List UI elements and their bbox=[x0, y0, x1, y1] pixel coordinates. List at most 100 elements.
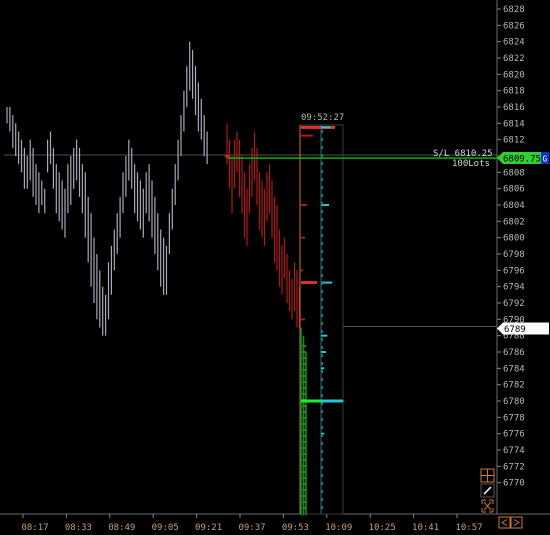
price-tick-label: 6796 bbox=[503, 266, 525, 276]
price-tick-label: 6808 bbox=[503, 168, 525, 178]
poc-marker-cyan bbox=[321, 399, 343, 403]
volume-profile-cyan bbox=[321, 126, 331, 129]
volume-dot-cyan bbox=[321, 490, 323, 493]
price-tick-label: 6816 bbox=[503, 103, 525, 113]
price-tick-label: 6792 bbox=[503, 299, 525, 309]
time-tick-label: 08:17 bbox=[21, 523, 48, 533]
volume-dot-green bbox=[302, 435, 306, 437]
volume-dot-cyan bbox=[321, 266, 323, 269]
volume-dot-cyan bbox=[321, 506, 323, 509]
volume-dot-cyan bbox=[321, 370, 323, 373]
volume-profile-cyan bbox=[321, 351, 326, 353]
volume-dot-cyan bbox=[321, 418, 323, 421]
price-tick-label: 6784 bbox=[503, 364, 525, 374]
volume-dot-green bbox=[302, 441, 306, 443]
price-tick-label: 6774 bbox=[503, 446, 525, 456]
volume-profile-cyan bbox=[321, 334, 328, 337]
volume-dot-cyan bbox=[321, 234, 323, 237]
time-tick-label: 09:37 bbox=[238, 523, 265, 533]
volume-dot-green bbox=[302, 369, 306, 371]
volume-dot-green bbox=[302, 501, 306, 503]
price-tick-label: 6770 bbox=[503, 479, 525, 489]
volume-dot-green bbox=[302, 489, 306, 491]
volume-dot-cyan bbox=[321, 226, 323, 229]
price-tick-label: 6812 bbox=[503, 136, 525, 146]
volume-dot-cyan bbox=[321, 322, 323, 325]
volume-dot-green bbox=[302, 417, 306, 419]
volume-dot-cyan bbox=[321, 474, 323, 477]
current-price-value: 6789 bbox=[504, 325, 526, 335]
volume-dot-cyan bbox=[321, 426, 323, 429]
volume-dot-cyan bbox=[321, 386, 323, 389]
volume-dot-cyan bbox=[321, 362, 323, 365]
time-tick-label: 10:09 bbox=[325, 523, 352, 533]
volume-dot-cyan bbox=[321, 498, 323, 501]
volume-dot-green bbox=[302, 429, 306, 431]
volume-dot-cyan bbox=[321, 394, 323, 397]
price-tick-label: 6800 bbox=[503, 234, 525, 244]
time-tick-label: 09:53 bbox=[282, 523, 309, 533]
volume-node-red bbox=[301, 281, 317, 285]
volume-profile-red bbox=[301, 134, 313, 137]
price-tick-label: 6780 bbox=[503, 397, 525, 407]
volume-dot-cyan bbox=[321, 306, 323, 309]
volume-dot-green bbox=[302, 459, 306, 461]
price-tick-label: 6772 bbox=[503, 462, 525, 472]
volume-dot-cyan bbox=[321, 450, 323, 453]
price-chart-canvas[interactable]: 6828682668246822682068186816681468126810… bbox=[0, 0, 550, 535]
price-tick-label: 6798 bbox=[503, 250, 525, 260]
price-tick-label: 6804 bbox=[503, 201, 525, 211]
volume-dot-green bbox=[302, 453, 306, 455]
price-tick-label: 6776 bbox=[503, 430, 525, 440]
volume-dot-cyan bbox=[321, 242, 323, 245]
volume-dot-cyan bbox=[321, 202, 323, 205]
trading-chart[interactable]: 6828682668246822682068186816681468126810… bbox=[0, 0, 550, 535]
scroll-right-button[interactable] bbox=[510, 516, 523, 529]
volume-dot-cyan bbox=[321, 186, 323, 189]
price-tick-label: 6806 bbox=[503, 185, 525, 195]
volume-profile-red bbox=[301, 318, 305, 321]
volume-dot-cyan bbox=[321, 466, 323, 469]
volume-dot-green bbox=[302, 387, 306, 389]
volume-dot-cyan bbox=[321, 258, 323, 261]
price-tick-label: 6822 bbox=[503, 54, 525, 64]
time-tick-label: 09:21 bbox=[195, 523, 222, 533]
volume-dot-green bbox=[302, 357, 306, 359]
volume-dot-cyan bbox=[321, 378, 323, 381]
volume-dot-cyan bbox=[321, 330, 323, 333]
volume-dot-cyan bbox=[321, 482, 323, 485]
volume-dot-green bbox=[302, 477, 306, 479]
volume-dot-cyan bbox=[321, 210, 323, 213]
volume-dot-green bbox=[302, 411, 306, 413]
volume-dot-green bbox=[302, 507, 306, 509]
stop-loss-label: S/L 6810.25 bbox=[433, 149, 493, 159]
volume-dot-green bbox=[302, 393, 306, 395]
volume-dot-cyan bbox=[321, 410, 323, 413]
volume-dot-green bbox=[302, 471, 306, 473]
volume-dot-cyan bbox=[321, 250, 323, 253]
volume-dot-green bbox=[302, 423, 306, 425]
price-tick-label: 6820 bbox=[503, 70, 525, 80]
volume-dot-green bbox=[302, 495, 306, 497]
expand-icon[interactable] bbox=[481, 499, 494, 513]
price-tick-label: 6794 bbox=[503, 283, 525, 293]
poc-marker-green bbox=[301, 399, 321, 403]
time-tick-label: 08:33 bbox=[65, 523, 92, 533]
price-tick-label: 6814 bbox=[503, 119, 525, 129]
price-tick-label: 6778 bbox=[503, 413, 525, 423]
volume-dot-green bbox=[302, 375, 306, 377]
volume-dot-cyan bbox=[321, 458, 323, 461]
volume-dot-cyan bbox=[321, 282, 323, 285]
volume-dot-green bbox=[302, 447, 306, 449]
volume-dot-cyan bbox=[321, 162, 323, 165]
time-tick-label: 10:57 bbox=[455, 523, 482, 533]
scroll-left-button[interactable] bbox=[498, 516, 511, 529]
price-tick-label: 6828 bbox=[503, 5, 525, 15]
volume-dot-green bbox=[302, 483, 306, 485]
volume-dot-cyan bbox=[321, 274, 323, 277]
price-tick-label: 6824 bbox=[503, 38, 525, 48]
order-badge-label: G bbox=[543, 155, 548, 164]
volume-dot-green bbox=[302, 381, 306, 383]
volume-dot-green bbox=[302, 363, 306, 365]
scroll-right-icon bbox=[513, 519, 520, 526]
